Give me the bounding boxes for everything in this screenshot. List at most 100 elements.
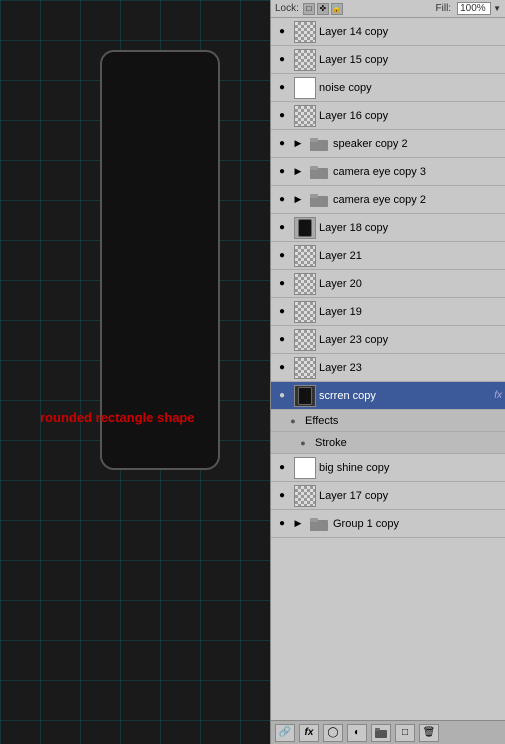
layer-row-group[interactable]: ● ▶ camera eye copy 2 [271, 186, 505, 214]
fill-value[interactable]: 100% [457, 2, 491, 15]
visibility-icon[interactable]: ● [273, 107, 291, 125]
group-folder-icon [308, 135, 330, 153]
stroke-label: Stroke [315, 437, 347, 449]
layer-name: big shine copy [319, 462, 505, 474]
visibility-icon[interactable]: ● [273, 247, 291, 265]
layer-row[interactable]: ● Layer 20 [271, 270, 505, 298]
layer-row[interactable]: ● Layer 21 [271, 242, 505, 270]
visibility-icon[interactable]: ● [273, 459, 291, 477]
layer-thumbnail [294, 485, 316, 507]
layers-panel: Lock: □ ✜ 🔒 Fill: 100% ▼ ● Layer 14 copy… [270, 0, 505, 744]
layer-name: Layer 23 [319, 362, 505, 374]
group-expand-arrow[interactable]: ▶ [291, 137, 305, 151]
fill-area: Fill: 100% ▼ [436, 2, 501, 15]
group-folder-icon [308, 163, 330, 181]
layer-name: Layer 21 [319, 250, 505, 262]
layer-name: camera eye copy 2 [333, 194, 505, 206]
layer-thumbnail [294, 301, 316, 323]
layer-thumbnail [294, 457, 316, 479]
lock-all-icon[interactable]: 🔒 [331, 3, 343, 15]
layer-row-selected[interactable]: ● scrren copy fx [271, 382, 505, 410]
layer-thumbnail [294, 217, 316, 239]
new-layer-button[interactable]: □ [395, 724, 415, 742]
layer-name: Layer 20 [319, 278, 505, 290]
fill-arrow-icon[interactable]: ▼ [493, 4, 501, 13]
effects-label: Effects [305, 415, 338, 427]
visibility-icon[interactable]: ● [273, 219, 291, 237]
layer-row-group[interactable]: ● ▶ Group 1 copy [271, 510, 505, 538]
stroke-visibility-icon[interactable]: ● [295, 435, 311, 451]
layer-thumbnail [294, 385, 316, 407]
layer-name: scrren copy [319, 390, 494, 402]
visibility-icon[interactable]: ● [273, 79, 291, 97]
layer-thumbnail [294, 77, 316, 99]
visibility-icon[interactable]: ● [273, 303, 291, 321]
layer-row[interactable]: ● Layer 19 [271, 298, 505, 326]
layer-row-group[interactable]: ● ▶ speaker copy 2 [271, 130, 505, 158]
layer-name: Layer 17 copy [319, 490, 505, 502]
layer-thumbnail [294, 245, 316, 267]
layer-row[interactable]: ● Layer 16 copy [271, 102, 505, 130]
layer-thumbnail [294, 273, 316, 295]
layer-row[interactable]: ● Layer 23 [271, 354, 505, 382]
lock-fill-bar: Lock: □ ✜ 🔒 Fill: 100% ▼ [271, 0, 505, 18]
layer-row[interactable]: ● Layer 14 copy [271, 18, 505, 46]
effects-visibility-icon[interactable]: ● [285, 413, 301, 429]
group-expand-arrow[interactable]: ▶ [291, 165, 305, 179]
mask-button[interactable]: ◯ [323, 724, 343, 742]
visibility-icon[interactable]: ● [273, 163, 291, 181]
group-expand-arrow[interactable]: ▶ [291, 193, 305, 207]
layer-name: Layer 16 copy [319, 110, 505, 122]
new-group-button[interactable] [371, 724, 391, 742]
layer-name: Layer 18 copy [319, 222, 505, 234]
visibility-icon[interactable]: ● [273, 387, 291, 405]
layer-row[interactable]: ● Layer 23 copy [271, 326, 505, 354]
layer-name: speaker copy 2 [333, 138, 505, 150]
layer-row[interactable]: ● Layer 15 copy [271, 46, 505, 74]
lock-position-icon[interactable]: ✜ [317, 3, 329, 15]
layer-row[interactable]: ● Layer 18 copy [271, 214, 505, 242]
layer-name: Layer 19 [319, 306, 505, 318]
layer-thumbnail [294, 329, 316, 351]
layer-row[interactable]: ● big shine copy [271, 454, 505, 482]
visibility-icon[interactable]: ● [273, 359, 291, 377]
visibility-icon[interactable]: ● [273, 331, 291, 349]
link-button[interactable]: 🔗 [275, 724, 295, 742]
adjustment-button[interactable]: ◐ [347, 724, 367, 742]
fx-button[interactable]: fx [299, 724, 319, 742]
layers-list: ● Layer 14 copy ● Layer 15 copy ● noise … [271, 18, 505, 720]
layer-row-group[interactable]: ● ▶ camera eye copy 3 [271, 158, 505, 186]
visibility-icon[interactable]: ● [273, 135, 291, 153]
canvas-area: rounded rectangle shape [0, 0, 270, 744]
effects-header-row: ● Effects [271, 410, 505, 432]
lock-icons: □ ✜ 🔒 [303, 3, 343, 15]
group-folder-icon [308, 191, 330, 209]
visibility-icon[interactable]: ● [273, 23, 291, 41]
delete-button[interactable]: 🗑 [419, 724, 439, 742]
canvas-label: rounded rectangle shape [40, 410, 195, 425]
layer-name: Layer 23 copy [319, 334, 505, 346]
layer-name: Layer 14 copy [319, 26, 505, 38]
effect-stroke-row[interactable]: ● Stroke [271, 432, 505, 454]
layer-thumbnail [294, 357, 316, 379]
visibility-icon[interactable]: ● [273, 487, 291, 505]
layer-row[interactable]: ● noise copy [271, 74, 505, 102]
layer-row[interactable]: ● Layer 17 copy [271, 482, 505, 510]
fill-label: Fill: [436, 3, 452, 14]
layer-thumbnail [294, 105, 316, 127]
group-expand-arrow[interactable]: ▶ [291, 517, 305, 531]
visibility-icon[interactable]: ● [273, 191, 291, 209]
device-outline [100, 50, 220, 470]
visibility-icon[interactable]: ● [273, 51, 291, 69]
lock-label: Lock: [275, 3, 299, 14]
layer-name: noise copy [319, 82, 505, 94]
lock-transparent-icon[interactable]: □ [303, 3, 315, 15]
fx-badge: fx [494, 390, 502, 401]
layer-name: Group 1 copy [333, 518, 505, 530]
layer-thumbnail [294, 21, 316, 43]
visibility-icon[interactable]: ● [273, 515, 291, 533]
layer-name: Layer 15 copy [319, 54, 505, 66]
visibility-icon[interactable]: ● [273, 275, 291, 293]
layer-name: camera eye copy 3 [333, 166, 505, 178]
group-folder-icon [308, 515, 330, 533]
